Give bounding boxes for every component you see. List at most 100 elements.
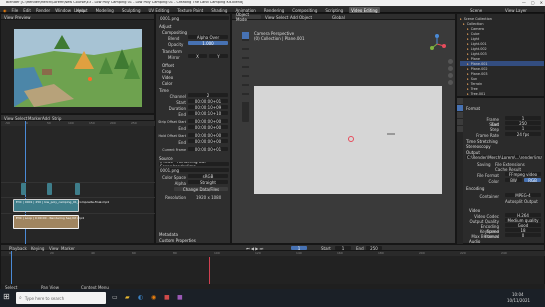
section-compositing[interactable]: Compositing — [162, 30, 187, 35]
timeline-start-field[interactable]: 1 — [335, 246, 351, 251]
mirror-x-toggle[interactable]: X — [188, 54, 207, 59]
app-taskbar-icon-2[interactable]: ■ — [177, 294, 183, 301]
output-tab-icon[interactable] — [457, 105, 463, 111]
view-layer-selector[interactable]: View Layer — [505, 8, 527, 13]
edge-browser-icon[interactable]: ◐ — [138, 294, 143, 301]
frame-step-field[interactable]: 1 — [505, 126, 541, 131]
sequencer-strip[interactable] — [75, 183, 80, 195]
current-frame-field[interactable]: 00:00:00+01 — [188, 147, 228, 152]
transform-tool-icon[interactable] — [242, 77, 249, 84]
outliner-item[interactable]: ▸ Tree.001 — [460, 91, 544, 96]
section-custom-properties[interactable]: Custom Properties — [159, 238, 196, 243]
scale-tool-icon[interactable] — [242, 68, 249, 75]
viewport-menu-add[interactable]: Add — [290, 15, 298, 20]
container-dropdown[interactable]: MPEG-4 — [505, 193, 541, 198]
timeline-end-field[interactable]: 250 — [366, 246, 382, 251]
section-stereoscopy[interactable]: Stereoscopy — [466, 144, 491, 149]
move-tool-icon[interactable] — [242, 50, 249, 57]
alpha-dropdown[interactable]: Straight — [188, 180, 228, 185]
scene-tab-icon[interactable] — [457, 119, 463, 125]
file-explorer-icon[interactable]: ▰ — [125, 294, 130, 301]
duration-field[interactable]: 00:00:10+09 — [188, 105, 228, 110]
current-frame-field[interactable]: 1 — [291, 246, 307, 251]
perspective-toggle-icon[interactable] — [448, 80, 453, 85]
section-transform[interactable]: Transform — [162, 49, 182, 54]
menu-file[interactable]: File — [12, 8, 19, 13]
camera-view-icon[interactable] — [448, 73, 453, 78]
pan-icon[interactable] — [448, 66, 453, 71]
channel-field[interactable]: 2 — [188, 93, 228, 98]
section-video[interactable]: Video — [162, 75, 173, 80]
end-field[interactable]: 00:00:10+10 — [188, 111, 228, 116]
color-rgb-toggle[interactable]: RGB — [524, 178, 541, 183]
strip-offset-start-field[interactable]: 00:00:00+00 — [188, 119, 228, 124]
opacity-slider[interactable]: 1.000 — [188, 41, 228, 46]
scene-selector[interactable]: Scene — [470, 8, 482, 13]
cursor-tool-icon[interactable] — [242, 41, 249, 48]
output-path-field[interactable]: C:\Render\Merch\Lorem\...\render\images\… — [466, 155, 542, 159]
menu-edit[interactable]: Edit — [23, 8, 31, 13]
viewport-menu-select[interactable]: Select — [276, 15, 288, 20]
task-view-icon[interactable]: ▭ — [112, 294, 118, 301]
section-adjust[interactable]: Adjust — [159, 24, 172, 29]
blender-taskbar-icon[interactable]: ◉ — [151, 294, 156, 301]
movie-strip[interactable]: E3C | 0001 | 250 | low_poly_camping_01_c… — [13, 199, 109, 212]
encoding-speed-dropdown[interactable]: Good — [505, 223, 541, 228]
blend-dropdown[interactable]: Alpha Over — [188, 35, 228, 40]
mirror-y-toggle[interactable]: Y — [209, 54, 228, 59]
sequencer-strip[interactable] — [47, 183, 52, 195]
start-field[interactable]: 00:00:00+01 — [188, 99, 228, 104]
source-directory-field[interactable]: //..E3C - Rendering Our Scene/render/img — [159, 162, 229, 166]
autosplit-checkbox[interactable]: Autosplit Output — [505, 199, 538, 204]
app-taskbar-icon[interactable]: ■ — [164, 294, 170, 301]
hold-offset-end-field[interactable]: 00:00:00+00 — [188, 139, 228, 144]
change-data-button[interactable]: Change Data/Files — [174, 187, 228, 192]
windows-start-icon[interactable]: ⊞ — [3, 293, 10, 301]
frame-end-field[interactable]: 250 — [505, 121, 541, 126]
strip-name-field[interactable]: 0001.png — [159, 16, 229, 21]
zoom-icon[interactable] — [448, 59, 453, 64]
sequencer-strip[interactable] — [21, 183, 26, 195]
frame-rate-dropdown[interactable]: 24 fps — [505, 132, 541, 137]
frame-start-field[interactable]: 1 — [505, 116, 541, 121]
color-bw-toggle[interactable]: BW — [505, 178, 522, 183]
object-mode-dropdown[interactable]: Object Mode — [235, 12, 261, 22]
viewport-menu-object[interactable]: Object — [299, 15, 312, 20]
video-codec-dropdown[interactable]: H.264 — [505, 213, 541, 218]
menu-render[interactable]: Render — [36, 8, 50, 13]
preview-header-view[interactable]: View — [4, 15, 14, 20]
view-layer-tab-icon[interactable] — [457, 112, 463, 118]
hold-offset-start-field[interactable]: 00:00:00+00 — [188, 133, 228, 138]
file-format-dropdown[interactable]: FFmpeg video — [505, 172, 541, 177]
measure-tool-icon[interactable] — [242, 95, 249, 102]
annotate-tool-icon[interactable] — [242, 86, 249, 93]
render-tab-icon[interactable] — [457, 98, 463, 104]
select-tool-icon[interactable] — [242, 32, 249, 39]
section-source[interactable]: Source — [159, 156, 173, 161]
section-metadata[interactable]: Metadata — [159, 232, 178, 237]
section-format[interactable]: Format — [466, 106, 480, 111]
transform-orientation-dropdown[interactable]: Global — [332, 15, 345, 20]
world-tab-icon[interactable] — [457, 126, 463, 132]
output-quality-dropdown[interactable]: Medium quality — [505, 218, 541, 223]
blender-logo-icon[interactable]: ◉ — [3, 8, 7, 13]
section-offset[interactable]: Offset — [162, 63, 174, 68]
section-encoding[interactable]: Encoding — [466, 186, 484, 191]
navigation-gizmo[interactable] — [427, 34, 447, 54]
taskbar-search[interactable]: ⌕ Type here to search — [16, 292, 106, 304]
keyframe-interval-field[interactable]: 18 — [505, 228, 541, 233]
section-video[interactable]: Video — [469, 208, 480, 213]
section-crop[interactable]: Crop — [162, 69, 171, 74]
color-space-dropdown[interactable]: sRGB — [188, 174, 228, 179]
rotate-tool-icon[interactable] — [242, 59, 249, 66]
viewport-menu-view[interactable]: View — [265, 15, 275, 20]
strip-offset-end-field[interactable]: 00:00:00+00 — [188, 125, 228, 130]
section-color[interactable]: Color — [162, 81, 172, 86]
section-time[interactable]: Time — [159, 88, 169, 93]
max-bframes-field[interactable]: 0 — [505, 233, 541, 238]
source-file-field[interactable]: 0001.png — [159, 168, 229, 173]
menu-window[interactable]: Window — [55, 8, 71, 13]
preview-header-preview[interactable]: Preview — [15, 15, 31, 20]
image-strip[interactable]: E3C | Loop | 0:00:00 - Rendering Seq Kit… — [13, 215, 84, 229]
timeline-ruler[interactable]: 0 20 40 60 80 100 120 140 160 180 200 220 240 — [1, 251, 545, 256]
